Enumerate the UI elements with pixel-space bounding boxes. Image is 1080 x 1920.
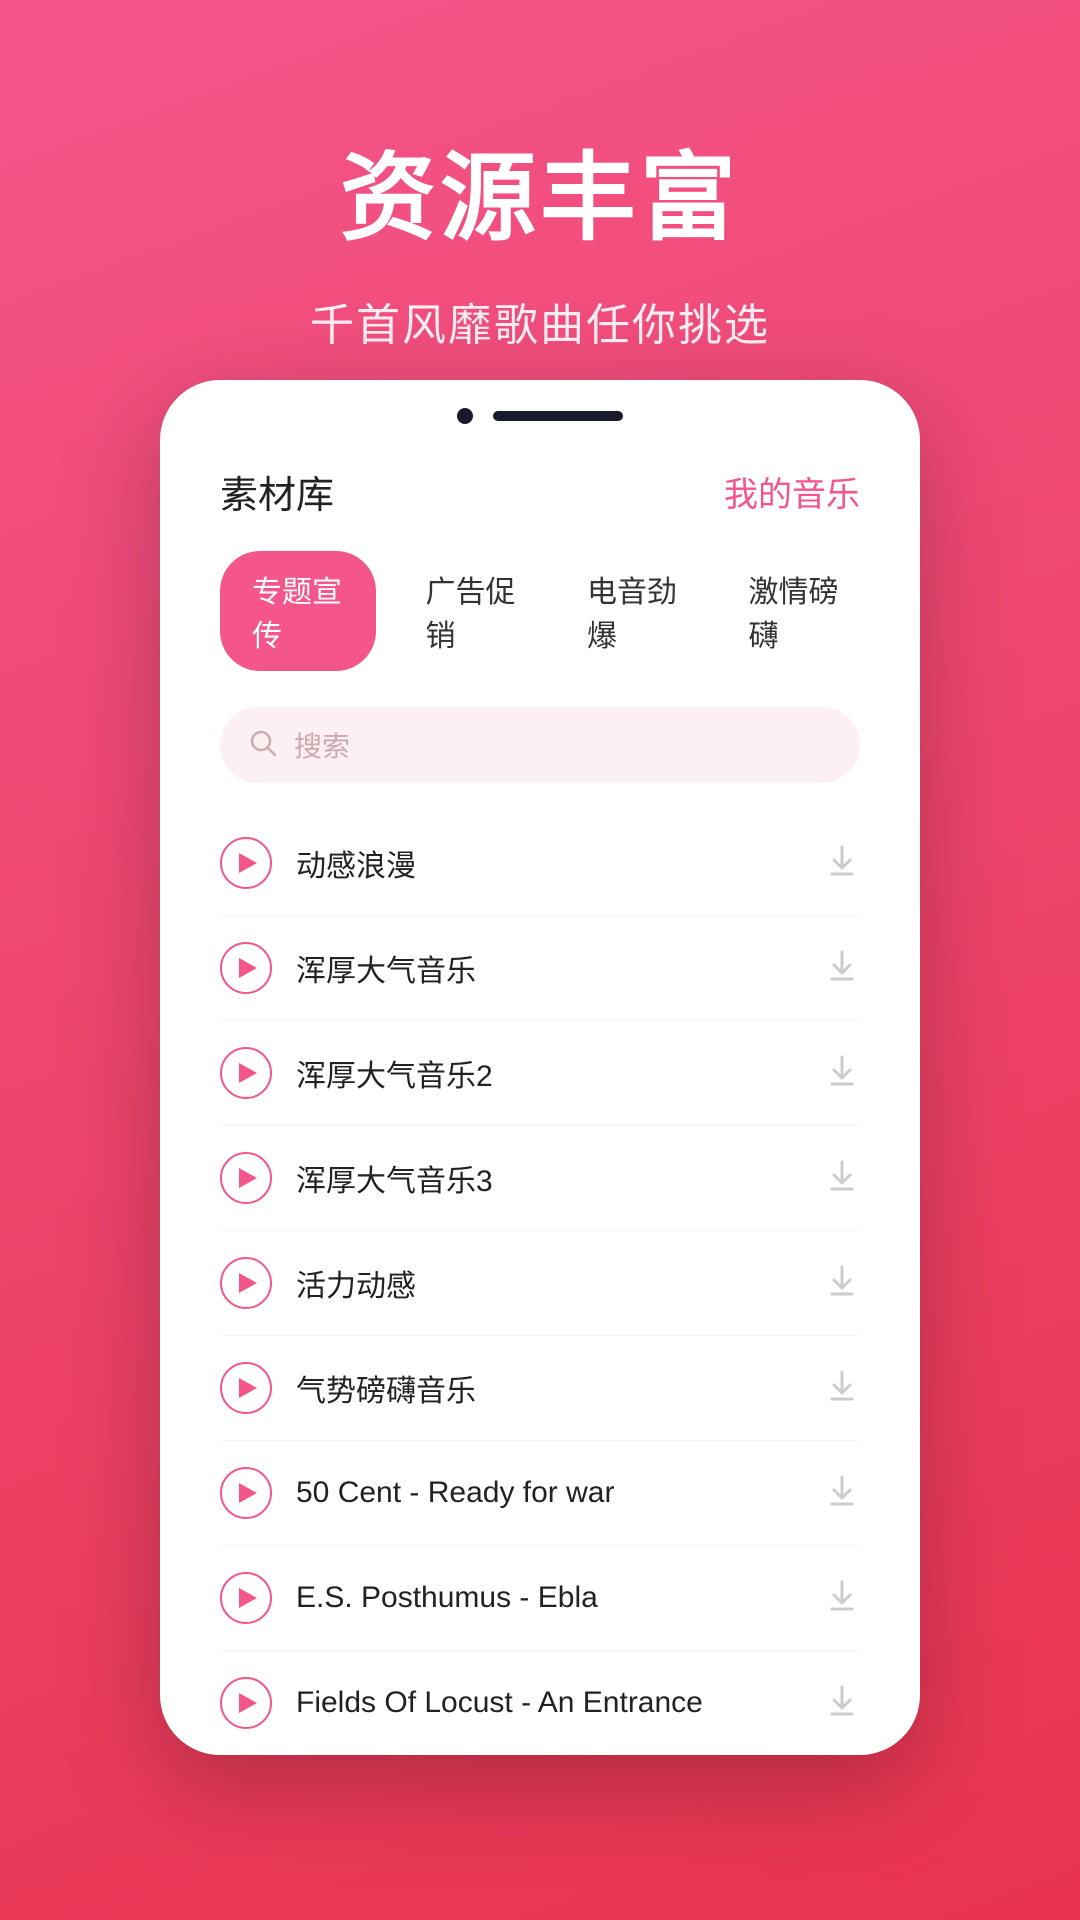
- download-button[interactable]: [824, 1683, 860, 1724]
- download-button[interactable]: [824, 1368, 860, 1409]
- play-button[interactable]: [220, 837, 272, 889]
- music-title: 浑厚大气音乐3: [296, 1156, 800, 1200]
- nav-library-label: 素材库: [220, 464, 334, 519]
- list-item: 气势磅礴音乐: [220, 1336, 860, 1441]
- search-icon: [248, 728, 278, 763]
- music-title: 气势磅礴音乐: [296, 1366, 800, 1410]
- list-item: 50 Cent - Ready for war: [220, 1441, 860, 1546]
- list-item: Fields Of Locust - An Entrance: [220, 1651, 860, 1755]
- page-sub-title: 千首风靡歌曲任你挑选: [0, 289, 1080, 353]
- music-title: 50 Cent - Ready for war: [296, 1476, 800, 1510]
- list-item: 浑厚大气音乐3: [220, 1126, 860, 1231]
- tab-electronic[interactable]: 电音劲爆: [567, 551, 699, 671]
- tab-advertising[interactable]: 广告促销: [406, 551, 538, 671]
- music-title: Fields Of Locust - An Entrance: [296, 1686, 800, 1720]
- download-button[interactable]: [824, 1578, 860, 1619]
- tab-epic[interactable]: 激情磅礴: [729, 551, 861, 671]
- phone-mockup: 素材库 我的音乐 专题宣传 广告促销 电音劲爆 激情磅礴 搜索: [160, 380, 920, 1755]
- download-button[interactable]: [824, 948, 860, 989]
- music-title: 动感浪漫: [296, 841, 800, 885]
- play-button[interactable]: [220, 1152, 272, 1204]
- list-item: 浑厚大气音乐: [220, 916, 860, 1021]
- music-list: 动感浪漫 浑厚大气音乐: [220, 811, 860, 1755]
- play-button[interactable]: [220, 1467, 272, 1519]
- nav-my-music-link[interactable]: 我的音乐: [724, 467, 860, 516]
- page-main-title: 资源丰富: [0, 120, 1080, 259]
- nav-row: 素材库 我的音乐: [220, 464, 860, 519]
- download-button[interactable]: [824, 1263, 860, 1304]
- music-title: 浑厚大气音乐: [296, 946, 800, 990]
- download-button[interactable]: [824, 1053, 860, 1094]
- music-title: 浑厚大气音乐2: [296, 1051, 800, 1095]
- phone-speaker: [493, 411, 623, 421]
- tabs-row: 专题宣传 广告促销 电音劲爆 激情磅礴: [220, 551, 860, 671]
- play-button[interactable]: [220, 1047, 272, 1099]
- play-button[interactable]: [220, 1362, 272, 1414]
- search-bar[interactable]: 搜索: [220, 707, 860, 783]
- tab-featured[interactable]: 专题宣传: [220, 551, 376, 671]
- list-item: 浑厚大气音乐2: [220, 1021, 860, 1126]
- phone-camera: [457, 408, 473, 424]
- list-item: E.S. Posthumus - Ebla: [220, 1546, 860, 1651]
- play-button[interactable]: [220, 1677, 272, 1729]
- download-button[interactable]: [824, 843, 860, 884]
- music-title: 活力动感: [296, 1261, 800, 1305]
- phone-top-bar: [160, 380, 920, 444]
- search-placeholder-text: 搜索: [294, 725, 350, 765]
- play-button[interactable]: [220, 1257, 272, 1309]
- download-button[interactable]: [824, 1473, 860, 1514]
- list-item: 活力动感: [220, 1231, 860, 1336]
- music-title: E.S. Posthumus - Ebla: [296, 1581, 800, 1615]
- list-item: 动感浪漫: [220, 811, 860, 916]
- play-button[interactable]: [220, 942, 272, 994]
- download-button[interactable]: [824, 1158, 860, 1199]
- play-button[interactable]: [220, 1572, 272, 1624]
